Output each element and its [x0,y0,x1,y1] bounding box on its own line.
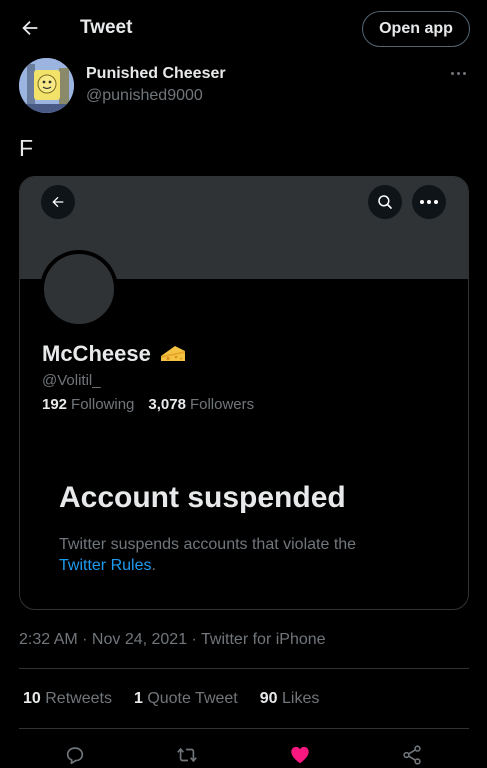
likes-stat[interactable]: 90 Likes [260,690,320,708]
tweet-text: F [19,135,34,161]
profile-avatar [40,250,118,328]
twitter-rules-link: Twitter Rules [59,557,152,574]
divider [19,668,469,669]
more-options-button[interactable] [447,64,469,82]
quotes-count: 1 [133,690,143,707]
profile-handle: @Volitil_ [42,372,101,389]
profile-name: McCheese [42,341,187,367]
card-search-button [368,185,402,219]
more-icon [420,200,424,204]
tweet-timestamp: 2:32 AM · Nov 24, 2021 · Twitter for iPh… [19,631,326,648]
retweets-stat[interactable]: 10 Retweets [23,690,112,708]
open-app-button[interactable]: Open app [362,11,470,47]
suspended-period: . [151,557,156,574]
back-arrow-icon [22,20,38,36]
heart-icon [291,746,309,764]
card-back-button [41,185,75,219]
author-name[interactable]: Punished Cheeser [86,65,226,83]
likes-label: Likes [282,690,320,707]
follow-counts: 192 Following 3,078 Followers [42,396,254,413]
suspended-title: Account suspended [59,481,346,514]
more-icon [450,71,454,75]
top-bar: Tweet Open app [0,0,487,58]
followers-label: Followers [189,396,255,413]
author-handle[interactable]: @punished9000 [86,87,203,105]
retweets-label: Retweets [45,690,112,707]
quotes-stat[interactable]: 1 Quote Tweet [134,690,238,708]
page-title: Tweet [80,17,133,38]
retweets-count: 10 [23,690,41,707]
tweet-actions [0,742,487,768]
share-button[interactable] [399,742,425,768]
likes-count: 90 [259,690,278,707]
card-more-button [412,185,446,219]
suspended-message: Twitter suspends accounts that violate t… [59,534,419,576]
divider [19,728,469,729]
reply-button[interactable] [62,742,88,768]
profile-name-text: McCheese [42,341,151,366]
following-count: 192 [42,396,68,413]
like-button[interactable] [287,742,313,768]
share-icon [403,745,421,765]
retweet-icon [177,747,197,763]
quotes-label: Quote Tweet [147,690,238,707]
embedded-profile-card[interactable]: McCheese @Volitil_ 192 Following 3,078 F… [19,176,469,610]
search-icon [378,195,392,209]
following-label: Following [71,396,135,413]
author-avatar[interactable] [19,58,74,113]
followers-count: 3,078 [148,396,186,413]
back-button[interactable] [18,16,42,40]
retweet-button[interactable] [174,742,200,768]
reply-icon [66,747,84,765]
cheese-emoji-icon [160,346,185,361]
tweet-stats: 10 Retweets 1 Quote Tweet 90 Likes [23,690,341,708]
suspended-text: Twitter suspends accounts that violate t… [59,536,357,553]
back-arrow-icon [52,196,64,208]
